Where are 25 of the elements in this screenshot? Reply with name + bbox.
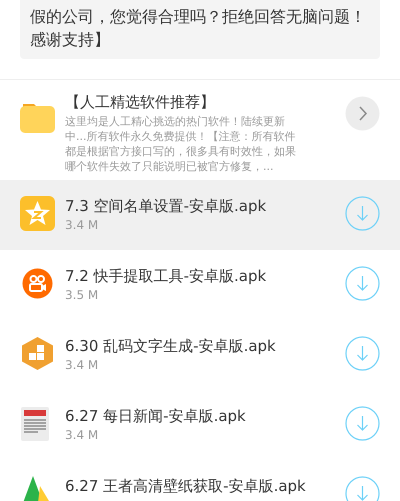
chevron-button[interactable] [345,96,380,131]
file-row[interactable]: 6.30 乱码文字生成-安卓版.apk 3.4 M [0,320,400,390]
file-name: 7.2 快手提取工具-安卓版.apk [65,266,268,286]
download-button[interactable] [345,336,380,371]
download-button[interactable] [345,406,380,441]
file-row[interactable]: 6.27 王者高清壁纸获取-安卓版.apk [0,460,400,501]
download-button[interactable] [345,266,380,301]
file-name: 6.27 王者高清壁纸获取-安卓版.apk [65,476,307,496]
download-button[interactable] [345,196,380,231]
file-size: 3.4 M [65,217,100,233]
file-name: 6.30 乱码文字生成-安卓版.apk [65,336,277,356]
camera-icon [20,266,55,301]
notice-text: 假的公司，您觉得合理吗？拒绝回答无脑问题！ 感谢支持】 [30,6,367,51]
file-row[interactable]: 7.2 快手提取工具-安卓版.apk 3.5 M [0,250,400,320]
download-button[interactable] [345,476,380,501]
blocks-icon [20,336,55,371]
file-size: 3.4 M [65,357,100,373]
file-size: 3.5 M [65,287,100,303]
file-row[interactable]: 7.3 空间名单设置-安卓版.apk 3.4 M [0,180,400,250]
folder-title[interactable]: 【人工精选软件推荐】 [65,92,335,112]
file-row[interactable]: 6.27 每日新闻-安卓版.apk 3.4 M [0,390,400,460]
file-name: 6.27 每日新闻-安卓版.apk [65,406,247,426]
file-name: 7.3 空间名单设置-安卓版.apk [65,196,268,216]
folder-description: 这里均是人工精心挑选的热门软件！陆续更新中...所有软件永久免费提供！【注意：所有软件都是根据官方接口写的，很多具有时效性，如果哪个软件失效了只能说明已被官方修复，... [65,114,297,174]
file-size: 3.4 M [65,427,100,443]
